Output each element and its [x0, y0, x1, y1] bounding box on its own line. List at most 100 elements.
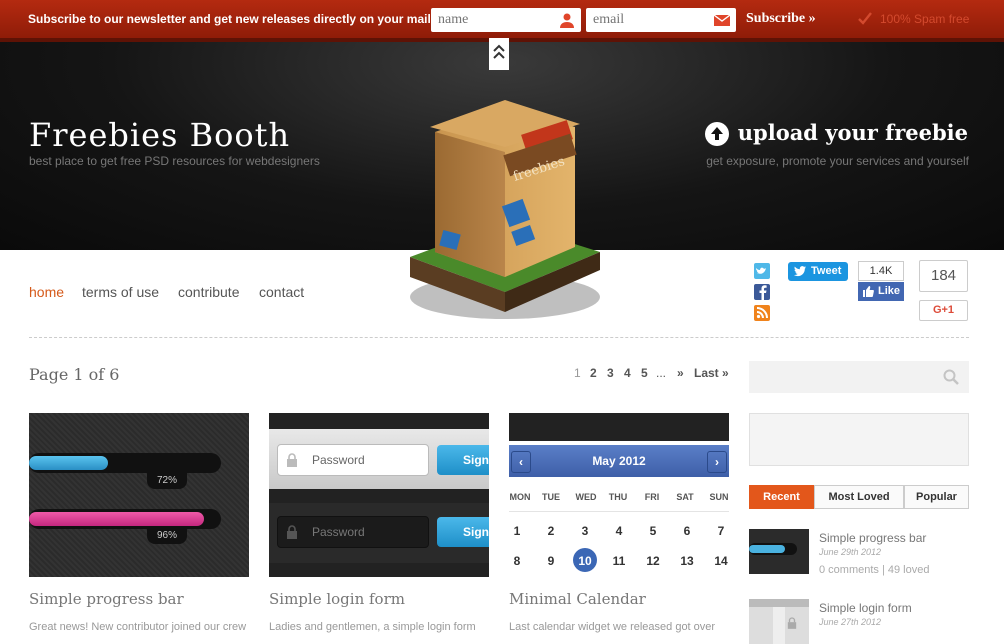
card-excerpt: Last calendar widget we released got ove… — [509, 621, 716, 633]
progress-label: 72% — [147, 473, 187, 489]
page-title: Page 1 of 6 — [29, 365, 120, 384]
calendar-day-today: 10 — [578, 554, 592, 568]
calendar-day: 7 — [717, 524, 725, 538]
post-thumbnail[interactable] — [749, 529, 809, 574]
newsletter-message: Subscribe to our newsletter and get new … — [28, 12, 457, 26]
calendar-day: 8 — [513, 554, 521, 568]
sidebar-tabs: Recent Most Loved Popular — [749, 485, 969, 509]
pager-next[interactable]: » — [677, 366, 684, 380]
progress-fill-blue — [29, 456, 108, 470]
email-field[interactable] — [586, 8, 736, 32]
tab-most-loved[interactable]: Most Loved — [814, 485, 904, 509]
progress-fill-pink — [29, 512, 204, 526]
gplus-count: 184 — [919, 260, 968, 292]
card-excerpt: Ladies and gentlemen, a simple login for… — [269, 621, 476, 633]
check-icon — [858, 12, 872, 25]
pager-ellipsis: ... — [656, 366, 667, 380]
password-field-light: Password — [277, 444, 429, 476]
sidebar-post-title[interactable]: Simple progress bar — [819, 531, 926, 545]
fb-like-count: 1.4K — [858, 261, 904, 281]
google-plus-widget[interactable]: 184 G+1 — [919, 260, 968, 321]
weekday-label: MON — [509, 492, 531, 502]
sidebar-post-date: June 27th 2012 — [819, 617, 882, 627]
nav-home[interactable]: home — [29, 284, 64, 300]
sidebar-ad-box — [749, 413, 969, 466]
bird-icon — [794, 266, 806, 277]
facebook-icon[interactable] — [754, 284, 770, 300]
weekday-label: TUE — [542, 492, 560, 502]
sidebar-post-title[interactable]: Simple login form — [819, 601, 912, 615]
twitter-icon[interactable] — [754, 263, 770, 279]
gplus-button[interactable]: G+1 — [919, 300, 968, 321]
calendar-prev: ‹ — [511, 451, 531, 473]
pager-page-5[interactable]: 5 — [641, 366, 648, 380]
fb-like-button[interactable]: Like — [858, 282, 904, 301]
tab-popular[interactable]: Popular — [904, 485, 969, 509]
calendar-top-strip — [509, 413, 729, 441]
calendar-header: ‹ May 2012 › — [509, 445, 729, 477]
fb-like-label: Like — [878, 285, 901, 297]
tweet-label: Tweet — [811, 265, 842, 277]
search-icon[interactable] — [943, 369, 959, 385]
progress-track — [29, 453, 221, 473]
pager-last[interactable]: Last » — [694, 366, 729, 380]
weekday-label: SAT — [676, 492, 694, 502]
nav-contribute[interactable]: contribute — [178, 284, 239, 300]
calendar-day: 4 — [615, 524, 623, 538]
thumb-progress-fill — [749, 545, 785, 553]
calendar-day: 2 — [547, 524, 555, 538]
sign-in-button: Sign — [437, 517, 489, 547]
calendar-day: 1 — [513, 524, 521, 538]
subscribe-button[interactable]: Subscribe » — [746, 11, 816, 27]
double-chevron-up-icon — [489, 38, 509, 70]
envelope-icon — [714, 14, 730, 26]
calendar-day: 9 — [547, 554, 555, 568]
thumb-progress-track — [749, 543, 797, 555]
site-tagline: best place to get free PSD resources for… — [29, 154, 320, 168]
calendar-day: 14 — [714, 554, 728, 568]
post-thumbnail[interactable] — [749, 599, 809, 644]
search-box[interactable] — [749, 361, 969, 393]
card-title[interactable]: Minimal Calendar — [509, 590, 646, 608]
card-thumbnail-progress[interactable]: 72% 96% — [29, 413, 249, 577]
tab-recent[interactable]: Recent — [749, 485, 814, 509]
booth-illustration: freebies — [410, 100, 600, 319]
section-divider — [29, 337, 969, 338]
lock-icon — [287, 453, 297, 467]
upload-freebie-link[interactable]: upload your freebie — [738, 120, 968, 145]
nav-terms-of-use[interactable]: terms of use — [82, 284, 159, 300]
pager-page-2[interactable]: 2 — [590, 366, 597, 380]
weekday-label: FRI — [644, 492, 660, 502]
weekday-label: WED — [575, 492, 597, 502]
password-placeholder: Password — [312, 453, 365, 467]
card-thumbnail-login[interactable]: Password Sign Password Sign — [269, 413, 489, 577]
lock-icon — [287, 525, 297, 539]
nav-contact[interactable]: contact — [259, 284, 304, 300]
card-thumbnail-calendar[interactable]: ‹ May 2012 › MON TUE WED THU FRI SAT SUN… — [509, 413, 729, 577]
calendar-day: 13 — [680, 554, 694, 568]
progress-track — [29, 509, 221, 529]
sign-in-button: Sign — [437, 445, 489, 475]
pager-page-4[interactable]: 4 — [624, 366, 631, 380]
email-input[interactable] — [593, 12, 703, 28]
pager-page-3[interactable]: 3 — [607, 366, 614, 380]
facebook-like-widget[interactable]: 1.4K Like — [858, 261, 904, 301]
tweet-button[interactable]: Tweet — [788, 262, 848, 281]
thumb-field — [773, 607, 785, 644]
card-title[interactable]: Simple progress bar — [29, 590, 184, 608]
calendar-day: 5 — [649, 524, 657, 538]
pager-current: 1 — [574, 366, 581, 380]
name-field[interactable] — [431, 8, 581, 32]
password-field-dark: Password — [277, 516, 429, 548]
card-excerpt: Great news! New contributor joined our c… — [29, 621, 247, 633]
calendar-day: 11 — [612, 554, 626, 568]
rss-icon[interactable] — [754, 305, 770, 321]
newsletter-toggle[interactable] — [489, 38, 509, 70]
card-title[interactable]: Simple login form — [269, 590, 405, 608]
upload-icon[interactable] — [705, 122, 729, 146]
site-logo[interactable]: Freebies Booth — [29, 116, 290, 154]
calendar-day: 6 — [683, 524, 691, 538]
weekday-label: THU — [608, 492, 628, 502]
name-input[interactable] — [438, 12, 548, 28]
search-input[interactable] — [757, 369, 941, 386]
